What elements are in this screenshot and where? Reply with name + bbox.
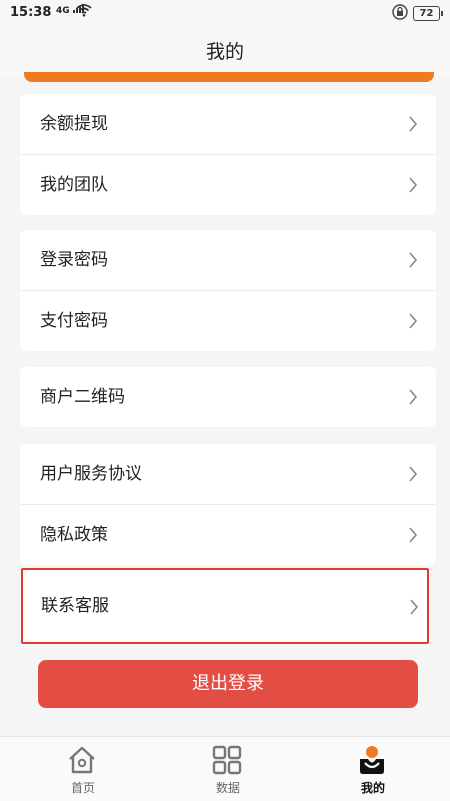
tab-bar: 首页 数据 我的: [0, 736, 450, 801]
menu-item-withdraw[interactable]: 余额提现: [20, 94, 436, 154]
menu-item-label: 联系客服: [41, 596, 109, 616]
menu-card-merchant: 商户二维码: [20, 367, 436, 427]
menu-item-label: 支付密码: [40, 311, 108, 331]
chevron-right-icon: [409, 252, 418, 268]
user-icon: [360, 746, 384, 774]
page-title: 我的: [205, 41, 244, 63]
menu-item-contact-support[interactable]: 联系客服: [23, 570, 427, 642]
menu-item-team[interactable]: 我的团队: [20, 154, 436, 215]
lock-icon: [392, 4, 408, 24]
tab-data[interactable]: 数据: [153, 737, 303, 801]
menu-item-label: 商户二维码: [40, 387, 125, 407]
status-bar: 15:38 4G 72: [0, 0, 450, 28]
tab-label: 数据: [215, 781, 240, 795]
grid-icon: [212, 745, 242, 775]
chevron-right-icon: [409, 466, 418, 482]
tab-label: 我的: [360, 781, 385, 795]
chevron-right-icon: [409, 527, 418, 543]
menu-card-security: 登录密码 支付密码: [20, 230, 436, 351]
menu-card-account: 余额提现 我的团队: [20, 94, 436, 215]
chevron-right-icon: [409, 177, 418, 193]
chevron-right-icon: [409, 389, 418, 405]
menu-item-label: 登录密码: [40, 250, 108, 270]
chevron-right-icon: [409, 313, 418, 329]
menu-item-login-password[interactable]: 登录密码: [20, 230, 436, 290]
chevron-right-icon: [410, 599, 419, 615]
home-icon: [69, 746, 95, 774]
menu-item-pay-password[interactable]: 支付密码: [20, 290, 436, 351]
wifi-icon: [76, 4, 92, 21]
menu-item-merchant-qr[interactable]: 商户二维码: [20, 367, 436, 427]
menu-item-label: 我的团队: [40, 175, 108, 195]
menu-item-label: 隐私政策: [40, 525, 108, 545]
menu-item-label: 用户服务协议: [40, 464, 142, 484]
menu-card-legal: 用户服务协议 隐私政策: [20, 444, 436, 565]
tab-home[interactable]: 首页: [8, 737, 158, 801]
menu-card-support: 联系客服: [21, 568, 429, 644]
status-time: 15:38: [10, 5, 52, 20]
network-type: 4G: [56, 6, 70, 16]
battery-indicator: 72: [413, 6, 443, 21]
menu-item-privacy-policy[interactable]: 隐私政策: [20, 504, 436, 565]
tab-label: 首页: [70, 781, 95, 795]
menu-item-label: 余额提现: [40, 114, 108, 134]
logout-button[interactable]: 退出登录: [38, 660, 418, 708]
accent-bar: [24, 72, 434, 82]
nav-bar: 我的: [0, 28, 450, 76]
menu-item-service-agreement[interactable]: 用户服务协议: [20, 444, 436, 504]
chevron-right-icon: [409, 116, 418, 132]
tab-mine[interactable]: 我的: [298, 737, 448, 801]
